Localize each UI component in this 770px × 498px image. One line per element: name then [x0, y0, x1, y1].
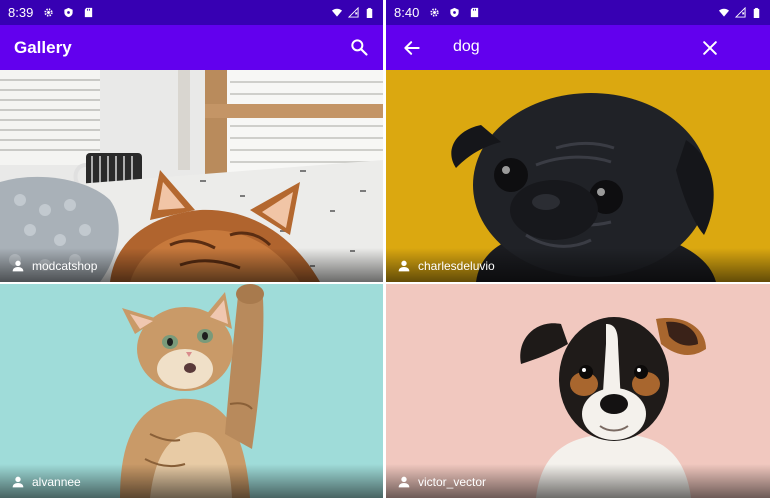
- author-name: alvannee: [32, 475, 81, 489]
- close-icon: [703, 41, 717, 55]
- photo-card[interactable]: alvannee: [0, 284, 383, 498]
- search-input[interactable]: dog: [453, 36, 683, 58]
- sd-card-icon: [469, 7, 480, 18]
- gear-icon: [429, 7, 440, 18]
- signal-icon: [735, 7, 746, 18]
- photo-author: charlesdeluvio: [396, 258, 495, 274]
- arrow-back-icon: [404, 41, 420, 55]
- person-icon: [10, 474, 26, 490]
- signal-icon: [348, 7, 359, 18]
- page-title: Gallery: [14, 37, 72, 57]
- author-name: charlesdeluvio: [418, 259, 495, 273]
- photo-card[interactable]: victor_vector: [386, 284, 770, 498]
- author-name: modcatshop: [32, 259, 98, 273]
- gallery-screen: 8:39 Gallery modcatshop alvannee: [0, 0, 383, 498]
- wifi-icon: [331, 7, 343, 18]
- author-name: victor_vector: [418, 475, 487, 489]
- status-bar: 8:40: [386, 0, 770, 25]
- shield-icon: [63, 7, 74, 18]
- search-button[interactable]: [349, 37, 369, 57]
- search-icon: [351, 39, 368, 56]
- gear-icon: [43, 7, 54, 18]
- person-icon: [396, 258, 412, 274]
- clear-search-button[interactable]: [700, 38, 720, 58]
- photo-author: alvannee: [10, 474, 81, 490]
- photo-author: modcatshop: [10, 258, 97, 274]
- search-app-bar: dog: [386, 25, 770, 70]
- wifi-icon: [718, 7, 730, 18]
- search-screen: 8:40 dog charlesdeluvio victor_vector: [386, 0, 770, 498]
- person-icon: [10, 258, 26, 274]
- photo-card[interactable]: charlesdeluvio: [386, 70, 770, 282]
- battery-icon: [751, 7, 762, 18]
- app-bar: Gallery: [0, 25, 383, 70]
- person-icon: [396, 474, 412, 490]
- battery-icon: [364, 7, 375, 18]
- status-bar: 8:39: [0, 0, 383, 25]
- status-time: 8:40: [394, 5, 420, 20]
- photo-author: victor_vector: [396, 474, 486, 490]
- back-button[interactable]: [402, 38, 422, 58]
- sd-card-icon: [83, 7, 94, 18]
- status-time: 8:39: [8, 5, 34, 20]
- shield-icon: [449, 7, 460, 18]
- photo-card[interactable]: modcatshop: [0, 70, 383, 282]
